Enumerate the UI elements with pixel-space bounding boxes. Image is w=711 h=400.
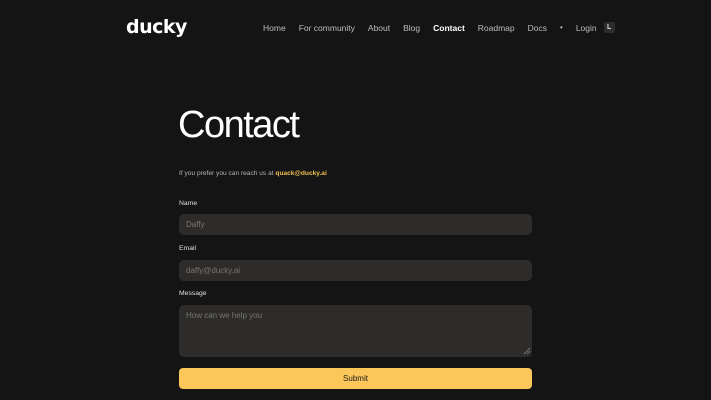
message-textarea[interactable] xyxy=(179,305,532,357)
email-input[interactable] xyxy=(179,260,532,281)
ducky-logo[interactable]: ducky xyxy=(126,16,187,38)
site-header: ducky Home For community About Blog Cont… xyxy=(0,0,711,56)
nav-docs[interactable]: Docs xyxy=(528,23,547,33)
nav-for-community[interactable]: For community xyxy=(299,23,355,33)
nav-about[interactable]: About xyxy=(368,23,390,33)
main-nav: Home For community About Blog Contact Ro… xyxy=(263,22,615,33)
contact-intro: If you prefer you can reach us at quack@… xyxy=(179,170,327,177)
message-label: Message xyxy=(179,290,207,297)
name-label: Name xyxy=(179,200,198,207)
resize-handle-icon[interactable] xyxy=(523,347,531,355)
login-link[interactable]: Login xyxy=(576,23,597,33)
name-input[interactable] xyxy=(179,214,532,235)
login-shortcut-badge: L xyxy=(603,22,615,33)
nav-blog[interactable]: Blog xyxy=(403,23,420,33)
nav-roadmap[interactable]: Roadmap xyxy=(478,23,515,33)
contact-page: ducky Home For community About Blog Cont… xyxy=(0,0,711,400)
email-label: Email xyxy=(179,245,196,252)
intro-text: If you prefer you can reach us at xyxy=(179,170,274,177)
submit-button[interactable]: Submit xyxy=(179,368,532,389)
nav-separator-dot-icon: • xyxy=(560,23,563,32)
contact-email-link[interactable]: quack@ducky.ai xyxy=(275,170,326,177)
nav-contact[interactable]: Contact xyxy=(433,23,465,33)
page-title: Contact xyxy=(178,104,300,146)
nav-home[interactable]: Home xyxy=(263,23,286,33)
